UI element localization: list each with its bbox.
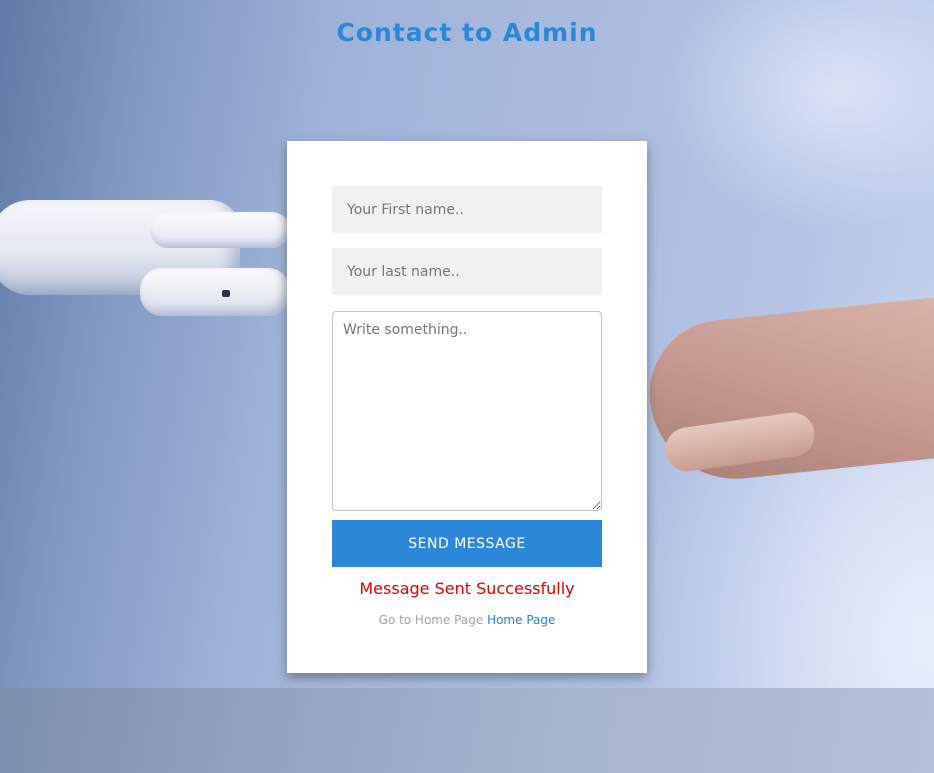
send-message-button[interactable]: SEND MESSAGE [332, 520, 602, 567]
footer-band [0, 688, 934, 773]
home-page-line: Go to Home Page Home Page [287, 613, 647, 627]
robot-finger-image [140, 268, 290, 316]
message-textarea[interactable] [332, 311, 602, 511]
home-page-link[interactable]: Home Page [487, 613, 555, 627]
robot-finger-image [150, 212, 290, 248]
contact-form-card: SEND MESSAGE Message Sent Successfully G… [287, 141, 647, 673]
robot-joint-detail [222, 290, 230, 297]
page-title: Contact to Admin [336, 18, 598, 47]
status-message: Message Sent Successfully [359, 579, 575, 598]
page-background: Contact to Admin SEND MESSAGE Message Se… [0, 0, 934, 773]
last-name-input[interactable] [332, 248, 602, 295]
home-prompt-text: Go to Home Page [378, 613, 484, 627]
first-name-input[interactable] [332, 186, 602, 233]
